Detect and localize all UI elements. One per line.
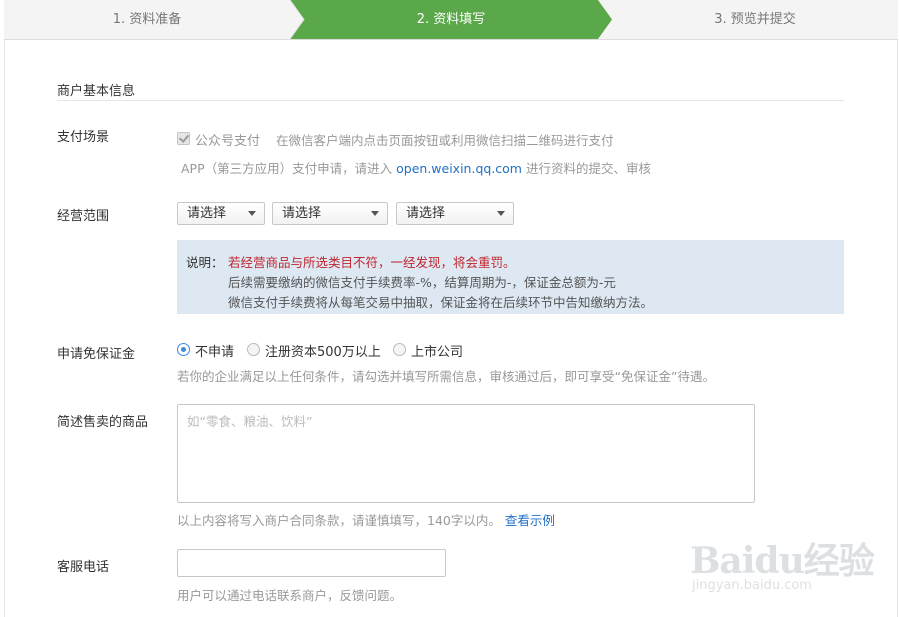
official-account-pay-hint: 在微信客户端内点击页面按钮或利用微信扫描二维码进行支付: [276, 133, 614, 148]
app-pay-hint-suffix: 进行资料的提交、审核: [525, 161, 651, 176]
select-2-value: 请选择: [282, 206, 322, 221]
customer-service-phone-label: 客服电话: [57, 560, 110, 575]
phone-hint: 用户可以通过电话联系商户，反馈问题。: [177, 588, 403, 603]
deposit-exemption-hint: 若你的企业满足以上任何条件，请勾选并填写所需信息，审核通过后，即可享受“免保证金…: [177, 369, 715, 384]
step-2-fill-in-active: 2. 资料填写: [290, 0, 612, 39]
notice-fee-rate: 后续需要缴纳的微信支付手续费率-%，结算周期为-，保证金总额为-元: [228, 275, 616, 290]
goods-description-label: 简述售卖的商品: [57, 415, 149, 430]
notice-warning: 若经营商品与所选类目不符，一经发现，将会重罚。: [228, 255, 516, 270]
radio-not-apply-label[interactable]: 不申请: [195, 341, 234, 360]
step-progress-bar: 1. 资料准备 2. 资料填写 3. 预览并提交: [4, 0, 898, 40]
payment-scene-label: 支付场景: [57, 130, 110, 145]
step-1-prepare: 1. 资料准备: [112, 12, 182, 27]
radio-registered-capital[interactable]: [247, 343, 260, 356]
radio-listed-company-label[interactable]: 上市公司: [411, 341, 463, 360]
app-pay-hint-prefix: APP（第三方应用）支付申请，请进入: [181, 161, 393, 176]
official-account-pay-label: 公众号支付: [195, 134, 261, 149]
radio-registered-capital-label[interactable]: 注册资本500万以上: [265, 341, 381, 360]
section-title: 商户基本信息: [57, 84, 136, 99]
goods-hint-text: 以上内容将写入商户合同条款，请谨慎填写，140字以内。: [177, 513, 501, 528]
select-3-value: 请选择: [406, 206, 446, 221]
app-pay-hint: APP（第三方应用）支付申请，请进入 open.weixin.qq.com 进行…: [181, 158, 651, 177]
section-divider: [57, 100, 844, 101]
chevron-down-icon: [248, 211, 256, 216]
official-account-pay-checkbox[interactable]: [177, 132, 190, 145]
step-2-label: 2. 资料填写: [416, 12, 486, 27]
select-1-value: 请选择: [187, 206, 227, 221]
goods-description-textarea[interactable]: [177, 404, 755, 503]
view-example-link[interactable]: 查看示例: [505, 513, 555, 528]
notice-fee-deduction: 微信支付手续费将从每笔交易中抽取，保证金将在后续环节中告知缴纳方法。: [228, 295, 654, 310]
business-scope-select-3[interactable]: 请选择: [396, 202, 514, 225]
business-scope-select-2[interactable]: 请选择: [272, 202, 388, 225]
step-3-preview-submit: 3. 预览并提交: [714, 12, 796, 27]
fee-notice-box: 说明： 若经营商品与所选类目不符，一经发现，将会重罚。 后续需要缴纳的微信支付手…: [177, 240, 844, 314]
goods-hint: 以上内容将写入商户合同条款，请谨慎填写，140字以内。 查看示例: [177, 510, 555, 529]
chevron-down-icon: [497, 211, 505, 216]
radio-listed-company[interactable]: [393, 343, 406, 356]
business-scope-select-1[interactable]: 请选择: [177, 202, 265, 225]
notice-prefix: 说明：: [186, 255, 224, 270]
deposit-exemption-label: 申请免保证金: [57, 347, 136, 362]
open-platform-link[interactable]: open.weixin.qq.com: [396, 161, 522, 176]
radio-not-apply[interactable]: [177, 343, 190, 356]
customer-service-phone-input[interactable]: [177, 549, 446, 577]
chevron-down-icon: [371, 211, 379, 216]
business-scope-label: 经营范围: [57, 209, 110, 224]
